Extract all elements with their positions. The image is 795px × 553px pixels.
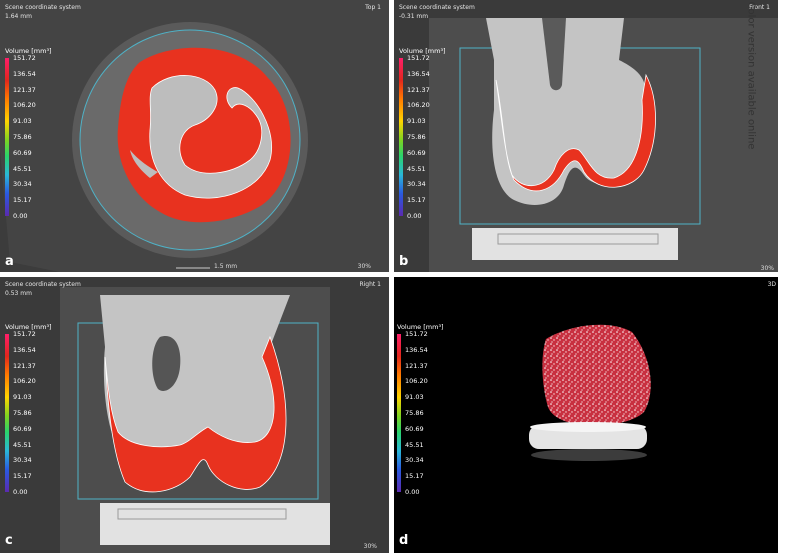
legend-tick: 121.37 (407, 85, 430, 94)
panel-b-zoom-label: 30% (760, 265, 774, 272)
legend-tick: 91.03 (13, 117, 32, 126)
legend-tick: 45.51 (407, 164, 426, 173)
panel-c-view-label: Right 1 (359, 281, 381, 288)
legend-tick: 106.20 (13, 101, 36, 110)
panel-c-letter: c (5, 533, 13, 548)
panel-d-image (394, 277, 778, 553)
legend-tick: 151.72 (405, 330, 428, 338)
legend-tick: 91.03 (13, 393, 32, 402)
legend-tick: 30.34 (407, 180, 426, 189)
panel-c-system-label: Scene coordinate system (5, 281, 81, 288)
legend-tick: 15.17 (13, 196, 32, 205)
panel-a-system-label: Scene coordinate system (5, 4, 81, 11)
legend-color-bar (5, 334, 9, 492)
panel-a-image (0, 0, 389, 272)
panel-a-value-label: 1.64 mm (5, 13, 32, 20)
panel-d-letter: d (399, 533, 409, 548)
legend-tick: 0.00 (13, 487, 28, 496)
color-version-note: Color version available online (745, 1, 757, 150)
legend-tick: 91.03 (407, 117, 426, 126)
panel-b: Scene coordinate system -0.31 mm Front 1… (394, 0, 778, 272)
panel-b-system-label: Scene coordinate system (399, 4, 475, 11)
legend-tick: 75.86 (13, 408, 32, 417)
legend-tick: 106.20 (407, 101, 430, 110)
legend-tick: 136.54 (13, 345, 36, 354)
legend-tick: 75.86 (405, 408, 424, 417)
legend-tick: 60.69 (13, 424, 32, 433)
legend-tick: 151.72 (407, 54, 430, 62)
legend-tick: 121.37 (405, 361, 428, 370)
panel-b-letter: b (399, 254, 409, 269)
legend-tick: 136.54 (13, 69, 36, 78)
panel-a-legend: Volume [mm³] 151.72 136.54 121.37 106.20… (5, 47, 52, 220)
legend-color-bar (397, 334, 401, 492)
legend-color-bar (5, 58, 9, 216)
legend-tick: 75.86 (13, 132, 32, 141)
legend-tick: 60.69 (407, 148, 426, 157)
legend-tick: 151.72 (13, 330, 36, 338)
legend-tick: 15.17 (405, 472, 424, 481)
legend-tick: 136.54 (407, 69, 430, 78)
legend-tick: 30.34 (405, 456, 424, 465)
panel-a-view-label: Top 1 (365, 4, 381, 11)
legend-tick: 30.34 (13, 456, 32, 465)
legend-tick: 60.69 (405, 424, 424, 433)
legend-tick: 121.37 (13, 361, 36, 370)
legend-tick: 75.86 (407, 132, 426, 141)
panel-c-zoom-label: 30% (363, 543, 377, 550)
panel-c-value-label: 0.53 mm (5, 290, 32, 297)
legend-tick: 91.03 (405, 393, 424, 402)
legend-tick: 45.51 (13, 440, 32, 449)
legend-tick: 106.20 (13, 377, 36, 386)
panel-c-legend: Volume [mm³] 151.72 136.54 121.37 106.20… (5, 323, 52, 496)
legend-tick: 0.00 (407, 211, 422, 220)
legend-color-bar (399, 58, 403, 216)
legend-tick: 0.00 (405, 487, 420, 496)
panel-a: Scene coordinate system 1.64 mm Top 1 Vo… (0, 0, 389, 272)
legend-tick: 106.20 (405, 377, 428, 386)
legend-tick: 45.51 (13, 164, 32, 173)
panel-a-zoom-label: 30% (357, 263, 371, 270)
panel-c: Scene coordinate system 0.53 mm Right 1 … (0, 277, 389, 553)
panel-c-image (0, 277, 389, 553)
legend-tick: 121.37 (13, 85, 36, 94)
panel-d-legend: Volume [mm³] 151.72 136.54 121.37 106.20… (397, 323, 444, 496)
legend-tick: 45.51 (405, 440, 424, 449)
panel-a-scale-label: 1.5 mm (214, 263, 238, 270)
legend-tick: 15.17 (407, 196, 426, 205)
panel-b-image (394, 0, 778, 272)
legend-tick: 0.00 (13, 211, 28, 220)
panel-a-letter: a (5, 254, 14, 269)
panel-b-value-label: -0.31 mm (399, 13, 429, 20)
legend-tick: 136.54 (405, 345, 428, 354)
panel-d-view-label: 3D (767, 281, 776, 288)
legend-tick: 60.69 (13, 148, 32, 157)
panel-d: 3D Volume [mm³] 151.72 136.54 121.37 106… (394, 277, 778, 553)
legend-tick: 30.34 (13, 180, 32, 189)
legend-tick: 151.72 (13, 54, 36, 62)
legend-tick: 15.17 (13, 472, 32, 481)
panel-b-legend: Volume [mm³] 151.72 136.54 121.37 106.20… (399, 47, 446, 220)
